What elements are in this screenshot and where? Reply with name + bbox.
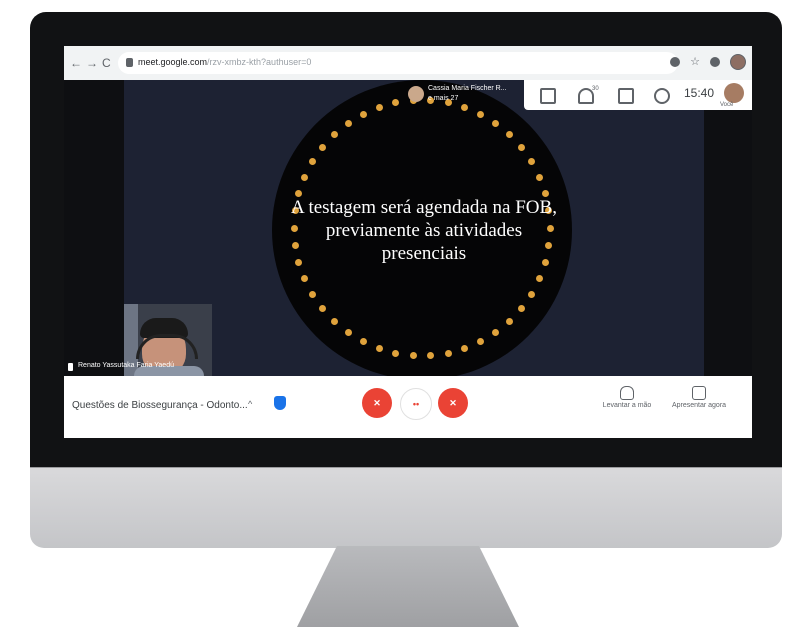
decorative-dot [527,157,535,165]
decorative-dot [505,130,513,138]
mic-off-button[interactable]: ✕ [362,388,392,418]
camera-off-icon: ✕ [449,397,457,408]
url-host: meet.google.com [138,57,208,67]
pin-icon[interactable] [68,363,73,371]
decorative-dot [344,119,352,127]
screen: ← → C meet.google.com/rzv-xmbz-kth?authu… [64,46,752,438]
url-text[interactable]: meet.google.com/rzv-xmbz-kth?authuser=0 [138,57,311,67]
decorative-dot [535,275,543,283]
decorative-dot [517,305,525,313]
chat-icon [618,88,634,104]
decorative-dot [427,352,435,360]
forward-button[interactable]: → [86,56,98,70]
decorative-dot [444,349,452,357]
decorative-dot [359,110,367,118]
star-icon[interactable]: ☆ [690,57,700,68]
decorative-dot [301,275,309,283]
decorative-dot [461,103,469,111]
decorative-dot [505,318,513,326]
shield-icon[interactable] [274,396,286,410]
decorative-dot [409,352,417,360]
slide-line-1: A testagem será agendada na FOB, [291,197,557,218]
more-options-button[interactable]: •• [400,388,432,420]
decorative-dot [309,291,317,298]
meet-stage: A testagem será agendada na FOB, previam… [64,80,752,380]
decorative-dot [517,143,525,151]
meeting-title[interactable]: Questões de Biossegurança - Odonto... [72,400,248,411]
clock: 15:40 [684,86,715,100]
decorative-dot [331,318,339,326]
grid-icon [540,88,556,104]
self-avatar[interactable] [724,83,744,103]
people-count: 30 [592,86,599,92]
mic-off-icon: ✕ [373,397,381,408]
hand-icon [620,386,634,400]
activities-button[interactable] [654,88,670,104]
decorative-dot [527,291,535,298]
decorative-dot [492,119,500,127]
presenter-more: e mais 27 [428,95,459,102]
raise-hand-label: Levantar a mão [602,402,652,409]
decorative-dot [392,99,400,107]
decorative-dot [461,345,469,353]
camera-indicator-icon[interactable] [670,57,681,67]
meet-controls-bar: Questões de Biossegurança - Odonto... ^ … [64,376,752,438]
profile-avatar[interactable] [730,54,746,70]
extensions-icon[interactable] [710,57,720,67]
decorative-dot [301,173,309,181]
activities-icon [654,88,670,104]
camera-off-button[interactable]: ✕ [438,388,468,418]
decorative-dot [359,338,367,346]
self-label: Você [720,102,734,108]
decorative-dot [375,345,383,353]
layout-button[interactable] [540,88,556,104]
present-now-button[interactable]: Apresentar agora [664,386,734,409]
decorative-dot [331,130,339,138]
slide-text: A testagem será agendada na FOB, previam… [224,196,624,265]
present-now-label: Apresentar agora [671,402,727,409]
presenter-name: Cassia Maria Fischer R... [428,85,507,92]
meet-top-panel: 30 15:40 Você [524,80,752,110]
reload-button[interactable]: C [102,56,111,70]
slide-line-3: presenciais [381,243,467,264]
present-icon [692,386,706,400]
lock-icon [126,58,133,67]
decorative-dot [477,110,485,118]
more-icon: •• [412,399,420,409]
decorative-dot [309,157,317,165]
participant-name: Renato Yassutaka Faria Yaedú [78,362,174,369]
presenter-avatar [408,86,424,102]
address-bar[interactable]: meet.google.com/rzv-xmbz-kth?authuser=0 [118,52,678,74]
url-path: /rzv-xmbz-kth?authuser=0 [207,57,312,67]
chevron-up-icon[interactable]: ^ [248,399,252,409]
decorative-dot [477,338,485,346]
decorative-dot [344,329,352,337]
people-button[interactable]: 30 [578,86,599,104]
decorative-dot [492,329,500,337]
back-button[interactable]: ← [70,56,82,70]
monitor-stand [297,546,519,627]
decorative-dot [319,305,327,313]
decorative-dot [392,349,400,357]
chat-button[interactable] [618,88,634,104]
slide-line-2: previamente às atividades [325,220,523,241]
decorative-dot [319,143,327,151]
decorative-dot [375,103,383,111]
raise-hand-button[interactable]: Levantar a mão [592,386,662,409]
monitor-chin [30,467,782,548]
browser-toolbar: ← → C meet.google.com/rzv-xmbz-kth?authu… [64,46,752,81]
decorative-dot [535,173,543,181]
browser-icons: ☆ [670,54,746,70]
